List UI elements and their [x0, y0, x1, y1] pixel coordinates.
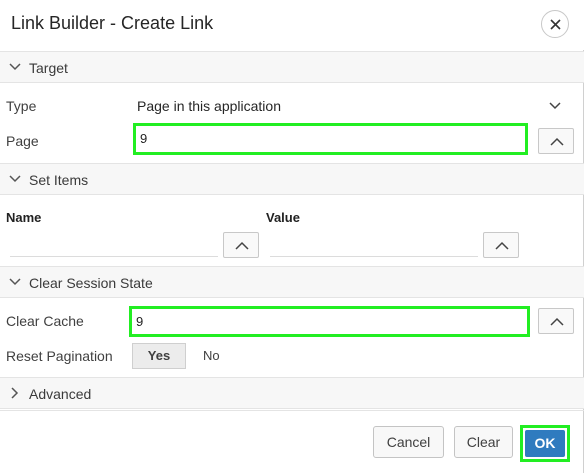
- close-icon: [550, 19, 561, 30]
- chevron-down-icon[interactable]: [549, 101, 561, 111]
- type-select[interactable]: Page in this application: [137, 98, 281, 114]
- section-target-header[interactable]: Target: [0, 51, 584, 83]
- chevron-down-icon: [9, 175, 21, 183]
- page-input-value: 9: [140, 131, 148, 146]
- reset-pagination-yes-toggle[interactable]: Yes: [132, 343, 186, 369]
- chevron-up-icon: [550, 317, 564, 326]
- section-clear-session-header[interactable]: Clear Session State: [0, 266, 584, 298]
- link-builder-dialog: Link Builder - Create Link Target Type P…: [0, 0, 584, 473]
- clear-cache-input[interactable]: 9: [129, 306, 530, 337]
- footer-divider: [0, 410, 584, 411]
- item-name-input[interactable]: [10, 256, 218, 257]
- clear-cache-label: Clear Cache: [6, 313, 84, 329]
- section-advanced-header[interactable]: Advanced: [0, 377, 584, 409]
- clear-button[interactable]: Clear: [454, 426, 513, 458]
- dialog-title: Link Builder - Create Link: [11, 13, 214, 33]
- name-column-header: Name: [6, 210, 42, 225]
- cancel-button[interactable]: Cancel: [373, 426, 444, 458]
- chevron-down-icon: [9, 278, 21, 286]
- chevron-up-icon: [550, 137, 564, 146]
- clear-cache-input-value: 9: [136, 314, 144, 329]
- chevron-right-icon: [11, 387, 19, 399]
- section-set-items-header[interactable]: Set Items: [0, 163, 584, 195]
- item-value-input[interactable]: [270, 256, 478, 257]
- dialog-titlebar: Link Builder - Create Link: [0, 0, 584, 50]
- section-target-label: Target: [29, 60, 68, 76]
- ok-button-label: OK: [525, 430, 565, 457]
- ok-button[interactable]: OK: [520, 425, 570, 462]
- page-input[interactable]: 9: [133, 123, 528, 155]
- page-popup-button[interactable]: [538, 128, 574, 154]
- section-clear-session-label: Clear Session State: [29, 275, 153, 291]
- chevron-down-icon: [9, 63, 21, 71]
- reset-pagination-label: Reset Pagination: [6, 348, 113, 364]
- value-column-header: Value: [266, 210, 300, 225]
- item-name-popup-button[interactable]: [223, 232, 259, 258]
- item-value-popup-button[interactable]: [483, 232, 519, 258]
- clear-cache-popup-button[interactable]: [538, 308, 574, 334]
- section-set-items-label: Set Items: [29, 172, 89, 188]
- page-label: Page: [6, 133, 39, 149]
- reset-pagination-no-toggle[interactable]: No: [203, 348, 220, 363]
- close-button[interactable]: [541, 10, 569, 38]
- chevron-up-icon: [495, 241, 509, 250]
- type-label: Type: [6, 98, 37, 114]
- section-advanced-label: Advanced: [29, 386, 92, 402]
- chevron-up-icon: [235, 241, 249, 250]
